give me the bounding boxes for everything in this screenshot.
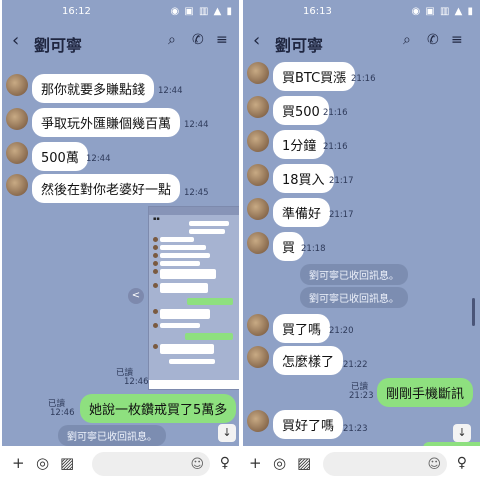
emoji-icon[interactable]: ☺ <box>190 457 204 472</box>
chat-screen-right: 16:13 ◉ ▣ ▥ ▲ ▮ ‹ 劉可寧 ⌕ ✆ ≡ 買BTC買漲 21:16… <box>243 0 480 484</box>
avatar[interactable] <box>247 96 269 118</box>
phone-icon[interactable]: ✆ <box>192 32 204 48</box>
mic-icon[interactable]: ♀ <box>457 455 467 471</box>
message-time: 12:44 <box>158 86 183 96</box>
image-icon[interactable]: ▨ <box>60 454 74 472</box>
message-time: 21:20 <box>329 326 354 336</box>
message-bubble[interactable]: 買500 <box>273 96 329 125</box>
message-bubble[interactable]: 500萬 <box>32 142 88 171</box>
message-time: 12:46 <box>124 377 149 387</box>
scroll-down-icon[interactable]: ↓ <box>218 424 236 442</box>
chat-screen-left: 16:12 ◉ ▣ ▥ ▲ ▮ ‹ 劉可寧 ⌕ ✆ ≡ 那你就要多賺點錢 12:… <box>2 0 239 484</box>
status-bar: 16:12 ◉ ▣ ▥ ▲ ▮ <box>2 0 239 24</box>
avatar[interactable] <box>247 232 269 254</box>
camera-icon[interactable]: ◎ <box>273 454 286 472</box>
plus-icon[interactable]: + <box>249 454 262 472</box>
avatar[interactable] <box>6 108 28 130</box>
sent-message-bubble[interactable]: 剛剛手機斷訊 <box>377 378 474 407</box>
back-icon[interactable]: ‹ <box>12 30 19 51</box>
message-bubble[interactable]: 準備好 <box>273 198 331 227</box>
message-time: 12:44 <box>184 120 209 130</box>
message-input[interactable]: ☺ ♀ <box>323 452 467 476</box>
avatar[interactable] <box>247 62 269 84</box>
search-icon[interactable]: ⌕ <box>168 32 176 48</box>
avatar[interactable] <box>6 74 28 96</box>
message-time: 21:17 <box>329 176 354 186</box>
status-bar: 16:13 ◉ ▣ ▥ ▲ ▮ <box>243 0 480 24</box>
plus-icon[interactable]: + <box>12 454 25 472</box>
message-bubble[interactable]: 爭取玩外匯賺個幾百萬 <box>32 108 181 137</box>
message-time: 21:23 <box>349 391 374 401</box>
menu-icon[interactable]: ≡ <box>451 32 463 48</box>
shared-screenshot-image[interactable]: ▪▪ <box>148 206 239 390</box>
avatar[interactable] <box>247 410 269 432</box>
message-time: 21:17 <box>329 210 354 220</box>
status-time: 16:12 <box>62 6 91 17</box>
system-notice: 劉可寧已收回訊息。 <box>300 287 408 308</box>
message-time: 21:18 <box>301 244 326 254</box>
chat-title: 劉可寧 <box>34 36 83 55</box>
avatar[interactable] <box>247 346 269 368</box>
back-icon[interactable]: ‹ <box>253 30 260 51</box>
message-time: 12:45 <box>184 188 209 198</box>
message-time: 21:16 <box>323 142 348 152</box>
message-input[interactable]: ☺ ♀ <box>92 452 230 476</box>
message-bubble[interactable]: 18買入 <box>273 164 334 193</box>
message-time: 21:23 <box>343 424 368 434</box>
system-notice: 劉可寧已收回訊息。 <box>58 425 166 446</box>
avatar[interactable] <box>247 130 269 152</box>
system-notice: 劉可寧已收回訊息。 <box>300 264 408 285</box>
message-composer: + ◎ ▨ ☺ ♀ <box>243 446 480 484</box>
message-bubble[interactable]: 然後在對你老婆好一點 <box>32 174 181 203</box>
emoji-icon[interactable]: ☺ <box>427 457 441 472</box>
avatar[interactable] <box>6 142 28 164</box>
image-icon[interactable]: ▨ <box>297 454 311 472</box>
status-icons: ◉ ▣ ▥ ▲ ▮ <box>411 6 474 17</box>
message-bubble[interactable]: 買BTC買漲 <box>273 62 356 91</box>
message-bubble[interactable]: 那你就要多賺點錢 <box>32 74 155 103</box>
message-bubble[interactable]: 1分鐘 <box>273 130 326 159</box>
message-time: 21:16 <box>323 108 348 118</box>
search-icon[interactable]: ⌕ <box>403 32 411 48</box>
message-time: 12:46 <box>50 408 75 418</box>
avatar[interactable] <box>6 174 28 196</box>
share-icon[interactable]: < <box>128 288 144 304</box>
message-bubble[interactable]: 怎麼樣了 <box>273 346 344 375</box>
message-bubble[interactable]: 買 <box>273 232 305 261</box>
scroll-down-icon[interactable]: ↓ <box>453 424 471 442</box>
avatar[interactable] <box>247 314 269 336</box>
status-time: 16:13 <box>303 6 332 17</box>
message-bubble[interactable]: 買了嗎 <box>273 314 331 343</box>
status-icons: ◉ ▣ ▥ ▲ ▮ <box>170 6 233 17</box>
scrollbar[interactable] <box>472 298 475 326</box>
message-composer: + ◎ ▨ ☺ ♀ <box>2 446 239 484</box>
message-time: 21:16 <box>351 74 376 84</box>
chat-header: ‹ 劉可寧 ⌕ ✆ ≡ <box>2 26 239 58</box>
chat-header: ‹ 劉可寧 ⌕ ✆ ≡ <box>243 26 480 58</box>
menu-icon[interactable]: ≡ <box>216 32 228 48</box>
message-time: 12:44 <box>86 154 111 164</box>
avatar[interactable] <box>247 164 269 186</box>
avatar[interactable] <box>247 198 269 220</box>
message-time: 21:22 <box>343 360 368 370</box>
camera-icon[interactable]: ◎ <box>36 454 49 472</box>
chat-title: 劉可寧 <box>275 36 324 55</box>
phone-icon[interactable]: ✆ <box>427 32 439 48</box>
message-bubble[interactable]: 買好了嗎 <box>273 410 344 439</box>
sent-message-bubble[interactable]: 她說一枚鑽戒買了5萬多 <box>80 394 237 423</box>
mic-icon[interactable]: ♀ <box>220 455 230 471</box>
